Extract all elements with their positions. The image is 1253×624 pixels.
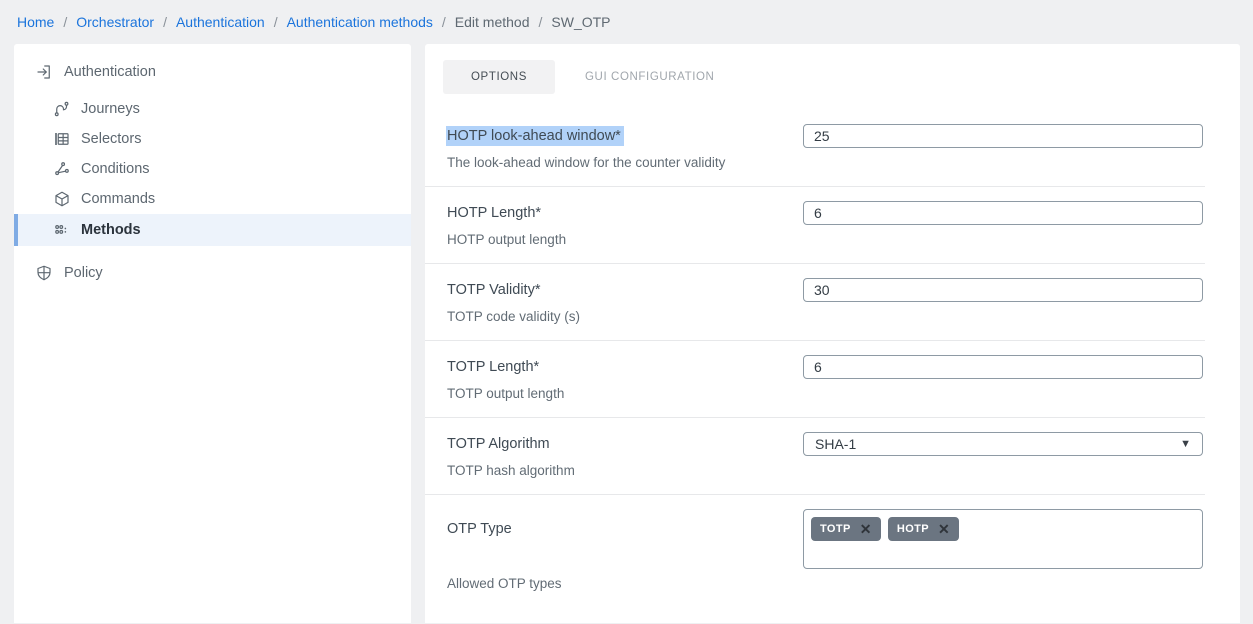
field-control-column (803, 355, 1203, 417)
field-row-totp-validity: TOTP Validity* TOTP code validity (s) (425, 264, 1205, 341)
journeys-icon (53, 100, 71, 118)
breadcrumb-link-authentication[interactable]: Authentication (176, 14, 265, 30)
otp-type-label: OTP Type (447, 519, 803, 539)
conditions-icon (53, 160, 71, 178)
sidebar: Authentication Journeys Selectors Conditio… (14, 44, 411, 623)
totp-length-label: TOTP Length* (447, 357, 803, 377)
chevron-down-icon: ▼ (1180, 439, 1191, 450)
breadcrumb-separator: / (539, 14, 543, 30)
breadcrumb-link-orchestrator[interactable]: Orchestrator (76, 14, 154, 30)
sidebar-item-journeys[interactable]: Journeys (14, 94, 411, 124)
tag-label: HOTP (897, 523, 929, 535)
field-label-column: TOTP Algorithm TOTP hash algorithm (447, 432, 803, 494)
sidebar-item-methods[interactable]: Methods (14, 214, 411, 246)
breadcrumb-link-home[interactable]: Home (17, 14, 54, 30)
field-label-column: HOTP Length* HOTP output length (447, 201, 803, 263)
sidebar-item-selectors[interactable]: Selectors (14, 124, 411, 154)
field-control-column: TOTP ✕ HOTP ✕ (803, 509, 1203, 624)
sidebar-item-label: Methods (81, 222, 141, 238)
hotp-look-ahead-window-label: HOTP look-ahead window* (447, 126, 803, 146)
field-row-totp-algorithm: TOTP Algorithm TOTP hash algorithm SHA-1 ▼ (425, 418, 1205, 495)
content-panel: OPTIONS GUI CONFIGURATION HOTP look-ahead… (425, 44, 1240, 623)
otp-type-multiselect[interactable]: TOTP ✕ HOTP ✕ (803, 509, 1203, 569)
selected-text-highlight: HOTP look-ahead window* (446, 126, 624, 146)
breadcrumb-separator: / (63, 14, 67, 30)
sidebar-section-authentication[interactable]: Authentication (14, 54, 411, 90)
totp-validity-description: TOTP code validity (s) (447, 308, 803, 326)
remove-tag-icon[interactable]: ✕ (860, 522, 872, 536)
totp-length-input[interactable] (803, 355, 1203, 379)
totp-validity-label: TOTP Validity* (447, 280, 803, 300)
field-label-column: TOTP Validity* TOTP code validity (s) (447, 278, 803, 340)
tag-label: TOTP (820, 523, 851, 535)
field-row-hotp-look-ahead-window: HOTP look-ahead window* The look-ahead wi… (425, 110, 1205, 187)
hotp-length-description: HOTP output length (447, 231, 803, 249)
tab-gui-configuration[interactable]: GUI CONFIGURATION (585, 71, 714, 83)
hotp-length-label: HOTP Length* (447, 203, 803, 223)
sidebar-item-label: Conditions (81, 161, 150, 177)
field-control-column (803, 201, 1203, 263)
select-value: SHA-1 (815, 436, 856, 452)
sidebar-policy-label: Policy (64, 265, 103, 281)
hotp-length-input[interactable] (803, 201, 1203, 225)
totp-validity-input[interactable] (803, 278, 1203, 302)
breadcrumb-separator: / (442, 14, 446, 30)
field-label-text: TOTP Algorithm (447, 436, 550, 452)
sidebar-section-label: Authentication (64, 64, 156, 80)
sidebar-item-commands[interactable]: Commands (14, 184, 411, 214)
tab-options[interactable]: OPTIONS (443, 60, 555, 94)
field-label-text: HOTP Length* (447, 205, 541, 221)
sidebar-item-conditions[interactable]: Conditions (14, 154, 411, 184)
tag-hotp: HOTP ✕ (888, 517, 959, 541)
field-row-totp-length: TOTP Length* TOTP output length (425, 341, 1205, 418)
sidebar-item-policy[interactable]: Policy (14, 255, 411, 291)
field-label-column: OTP Type Allowed OTP types (447, 509, 803, 624)
field-row-hotp-length: HOTP Length* HOTP output length (425, 187, 1205, 264)
main-layout: Authentication Journeys Selectors Conditio… (0, 44, 1253, 623)
selectors-icon (53, 130, 71, 148)
otp-type-description: Allowed OTP types (447, 575, 803, 593)
sidebar-item-label: Journeys (81, 101, 140, 117)
totp-algorithm-select[interactable]: SHA-1 ▼ (803, 432, 1203, 456)
policy-icon (35, 264, 53, 282)
tab-bar: OPTIONS GUI CONFIGURATION (425, 60, 1240, 94)
breadcrumb-link-authentication-methods[interactable]: Authentication methods (287, 14, 433, 30)
breadcrumb-separator: / (163, 14, 167, 30)
hotp-look-ahead-window-description: The look-ahead window for the counter va… (447, 154, 803, 172)
totp-algorithm-description: TOTP hash algorithm (447, 462, 803, 480)
login-icon (35, 63, 53, 81)
commands-icon (53, 190, 71, 208)
breadcrumb-current-edit-method: Edit method (455, 14, 530, 30)
sidebar-item-label: Commands (81, 191, 155, 207)
field-label-column: TOTP Length* TOTP output length (447, 355, 803, 417)
breadcrumb-separator: / (274, 14, 278, 30)
field-control-column (803, 124, 1203, 186)
field-label-text: TOTP Length* (447, 359, 539, 375)
remove-tag-icon[interactable]: ✕ (938, 522, 950, 536)
field-control-column: SHA-1 ▼ (803, 432, 1203, 494)
field-control-column (803, 278, 1203, 340)
field-label-text: OTP Type (447, 521, 512, 537)
field-row-otp-type: OTP Type Allowed OTP types TOTP ✕ HOTP ✕ (425, 495, 1205, 624)
methods-icon (53, 221, 71, 239)
totp-algorithm-label: TOTP Algorithm (447, 434, 803, 454)
totp-length-description: TOTP output length (447, 385, 803, 403)
field-label-column: HOTP look-ahead window* The look-ahead wi… (447, 124, 803, 186)
breadcrumb: Home / Orchestrator / Authentication / Authent… (0, 0, 1253, 44)
hotp-look-ahead-window-input[interactable] (803, 124, 1203, 148)
sidebar-item-label: Selectors (81, 131, 141, 147)
breadcrumb-current-sw-otp: SW_OTP (551, 14, 610, 30)
options-form: HOTP look-ahead window* The look-ahead wi… (425, 110, 1205, 624)
field-label-text: TOTP Validity* (447, 282, 540, 298)
tag-totp: TOTP ✕ (811, 517, 881, 541)
sidebar-items: Journeys Selectors Conditions Commands Metho… (14, 90, 411, 248)
